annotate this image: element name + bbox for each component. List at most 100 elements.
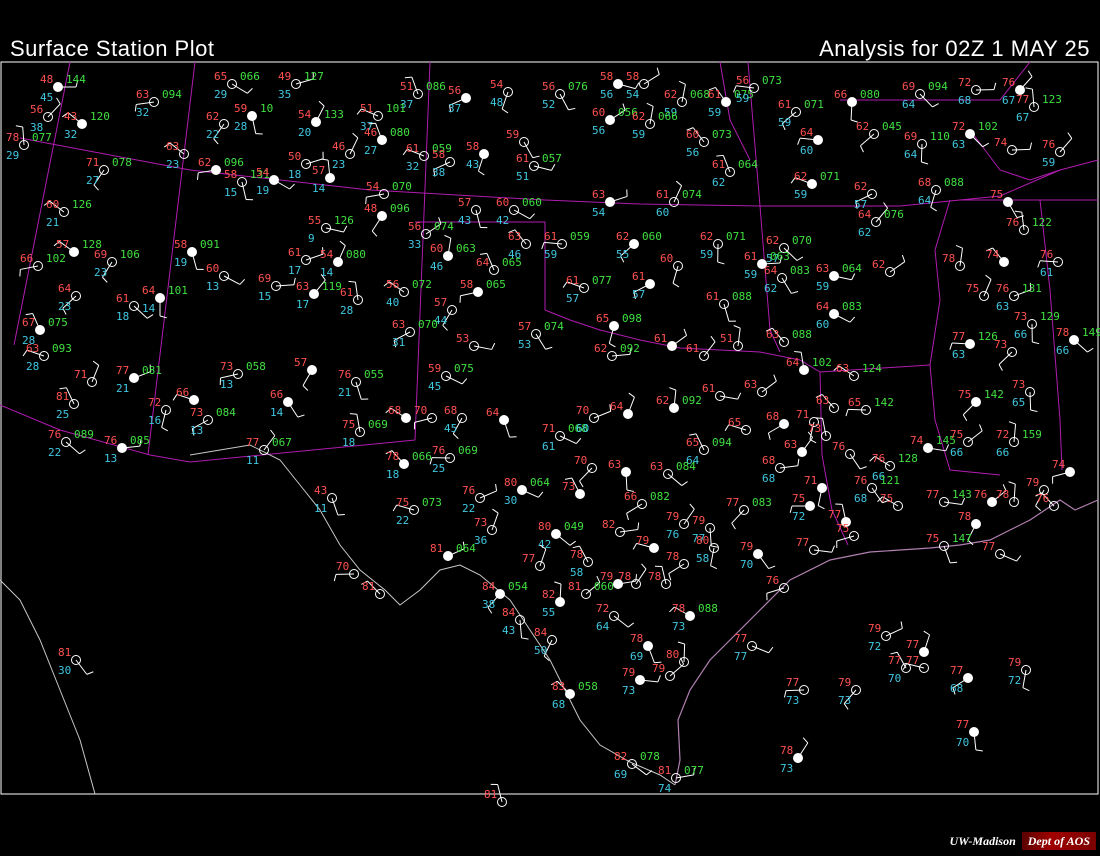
station-plot: 66: [172, 386, 199, 405]
station-plot: 78: [996, 481, 1019, 507]
station-plot: 6845: [444, 404, 467, 439]
wind-barb-feather: [993, 82, 997, 90]
station-plot: 61: [654, 328, 688, 351]
wind-barb-feather: [923, 630, 930, 636]
wind-barb-feather: [901, 254, 906, 262]
temperature-label: 77: [828, 508, 841, 521]
station-plot: 76 63 131: [996, 282, 1042, 313]
wind-barb: [849, 453, 861, 470]
dewpoint-label: 28: [340, 304, 353, 317]
wind-barb: [491, 512, 499, 531]
dewpoint-label: 14: [320, 266, 334, 279]
station-map: 4845144563878290774332120633209462225928…: [0, 61, 1100, 807]
station-plot: 62 092: [656, 387, 702, 413]
pressure-label: 073: [762, 74, 782, 87]
temperature-label: 56: [386, 278, 399, 291]
station-plot: 64: [486, 406, 517, 438]
wind-barb-feather: [932, 103, 939, 108]
dewpoint-label: 22: [48, 446, 61, 459]
dewpoint-label: 36: [474, 534, 487, 547]
temperature-label: 81: [658, 764, 671, 777]
temperature-label: 76: [766, 574, 779, 587]
pressure-label: 067: [272, 436, 292, 449]
wind-barb-feather: [975, 749, 983, 752]
station-plot: 63 59 064: [816, 262, 862, 293]
wind-barb-feather: [349, 413, 357, 415]
temperature-label: 59: [234, 102, 247, 115]
station-plot: 63 31 070: [392, 318, 438, 349]
temperature-label: 54: [298, 108, 312, 121]
station-plot: 75: [877, 492, 903, 511]
wind-barb-feather: [495, 483, 498, 492]
temperature-label: 71: [542, 422, 555, 435]
station-plot: 77: [906, 630, 931, 657]
dewpoint-label: 18: [342, 436, 355, 449]
temperature-label: 75: [950, 428, 963, 441]
pressure-label: 057: [542, 152, 562, 165]
station-plot: 63 28 093: [22, 342, 72, 373]
temperature-label: 80: [504, 476, 517, 489]
temperature-label: 72: [952, 120, 965, 133]
wind-barb: [356, 414, 361, 433]
temperature-label: 54: [366, 180, 380, 193]
temperature-label: 68: [388, 404, 401, 417]
temperature-label: 64: [800, 126, 814, 139]
dewpoint-label: 74: [658, 782, 672, 795]
temperature-label: 78: [672, 602, 685, 615]
temperature-label: 75: [958, 388, 971, 401]
dewpoint-label: 43: [466, 158, 479, 171]
station-plot: 57 53 074: [518, 320, 564, 351]
wind-barb-feather: [678, 80, 686, 85]
dewpoint-label: 70: [956, 736, 969, 749]
temperature-label: 82: [542, 588, 555, 601]
wind-barb: [354, 282, 359, 301]
temperature-label: 48: [40, 73, 53, 86]
temperature-label: 65: [596, 312, 609, 325]
wind-barb-feather: [1029, 142, 1033, 150]
pressure-label: 065: [486, 278, 506, 291]
temperature-label: 56: [30, 103, 43, 116]
station-plot: 78 73 088: [669, 602, 718, 633]
dewpoint-label: 64: [904, 148, 918, 161]
wind-barb: [757, 553, 769, 569]
temperature-label: 79: [740, 540, 753, 553]
temperature-label: 62: [854, 180, 867, 193]
dewpoint-label: 17: [288, 264, 301, 277]
temperature-label: 78: [630, 632, 643, 645]
dewpoint-label: 18: [386, 468, 399, 481]
temperature-label: 64: [816, 300, 830, 313]
dewpoint-label: 61: [1040, 266, 1053, 279]
temperature-label: 72: [958, 76, 971, 89]
dewpoint-label: 38: [482, 598, 495, 611]
temperature-label: 76: [432, 444, 445, 457]
pressure-label: 060: [642, 230, 662, 243]
temperature-label: 58: [600, 70, 613, 83]
pressure-label: 054: [508, 580, 528, 593]
wind-barb: [1029, 391, 1032, 411]
wind-barb-feather: [529, 213, 535, 220]
dewpoint-label: 40: [386, 296, 399, 309]
temperature-label: 69: [258, 272, 271, 285]
wind-barb-feather: [768, 565, 776, 570]
temperature-label: 73: [808, 422, 821, 435]
temperature-label: 60: [46, 198, 59, 211]
temperature-label: 80: [696, 534, 709, 547]
temperature-label: 78: [942, 252, 955, 265]
wind-barb: [668, 563, 685, 574]
station-plot: 60 46 063: [430, 234, 476, 273]
dewpoint-label: 66: [1014, 328, 1027, 341]
wind-barb: [473, 345, 492, 350]
wind-barb-feather: [1030, 409, 1038, 413]
wind-barb: [785, 689, 805, 692]
dewpoint-label: 14: [142, 302, 156, 315]
temperature-label: 46: [364, 126, 377, 139]
station-plot: 5843: [466, 140, 489, 176]
wind-barb-feather: [551, 163, 556, 171]
dewpoint-label: 52: [542, 98, 555, 111]
temperature-label: 66: [270, 388, 283, 401]
wind-barb: [1013, 484, 1016, 503]
pressure-label: 064: [738, 158, 758, 171]
wind-barb: [366, 193, 385, 198]
dewpoint-label: 13: [190, 424, 203, 437]
wind-barb: [539, 548, 547, 567]
